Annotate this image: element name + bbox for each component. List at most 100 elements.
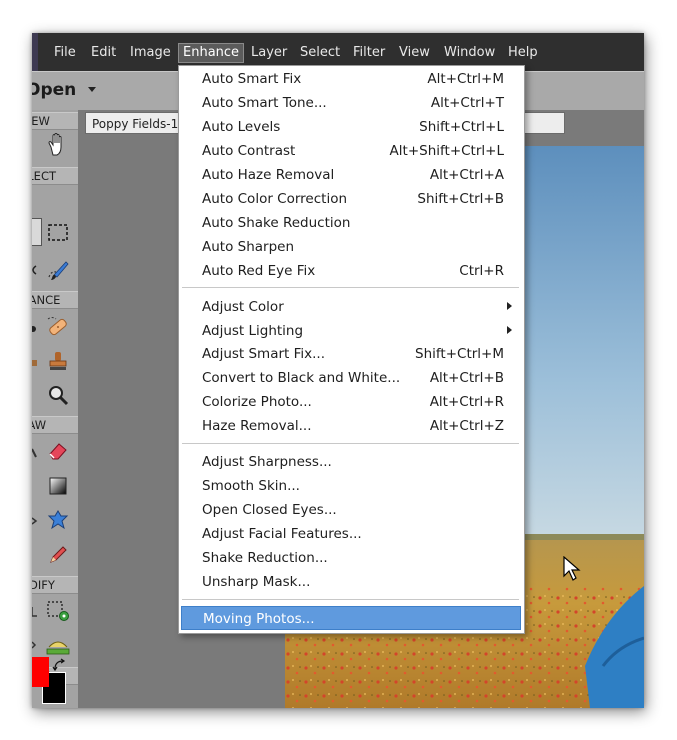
menu-item-label: Adjust Color bbox=[202, 299, 284, 315]
crop-tool-icon[interactable] bbox=[32, 599, 38, 625]
menu-item-label: Moving Photos... bbox=[203, 611, 315, 627]
menu-item-shortcut: Ctrl+R bbox=[459, 263, 504, 279]
submenu-arrow-icon bbox=[507, 326, 512, 334]
eraser-tool-icon[interactable] bbox=[45, 438, 71, 464]
menu-item-label: Auto Contrast bbox=[202, 143, 296, 159]
menu-item-label: Auto Levels bbox=[202, 119, 281, 135]
menu-item-colorize-photo[interactable]: Colorize Photo... Alt+Ctrl+R bbox=[180, 390, 521, 414]
menu-select[interactable]: Select bbox=[296, 44, 344, 62]
menu-item-auto-sharpen[interactable]: Auto Sharpen bbox=[180, 235, 521, 259]
menu-item-shortcut: Shift+Ctrl+M bbox=[415, 346, 504, 362]
menu-item-auto-contrast[interactable]: Auto Contrast Alt+Shift+Ctrl+L bbox=[180, 139, 521, 163]
open-dropdown-arrow-icon[interactable] bbox=[88, 87, 96, 92]
menu-item-shortcut: Shift+Ctrl+B bbox=[417, 191, 504, 207]
menu-item-auto-smart-fix[interactable]: Auto Smart Fix Alt+Ctrl+M bbox=[180, 67, 521, 91]
open-button[interactable]: Open bbox=[32, 80, 76, 100]
section-select-label: ELECT bbox=[32, 167, 78, 185]
menu-item-moving-photos[interactable]: Moving Photos... bbox=[181, 606, 521, 630]
menu-item-shortcut: Alt+Ctrl+Z bbox=[429, 418, 504, 434]
menu-item-open-closed-eyes[interactable]: Open Closed Eyes... bbox=[180, 498, 521, 522]
healing-brush-icon[interactable] bbox=[45, 314, 71, 340]
menu-item-label: Smooth Skin... bbox=[202, 478, 300, 494]
menu-item-label: Shake Reduction... bbox=[202, 550, 328, 566]
menu-item-adjust-color[interactable]: Adjust Color bbox=[180, 295, 521, 319]
menu-item-adjust-lighting[interactable]: Adjust Lighting bbox=[180, 319, 521, 343]
menu-item-adjust-facial-features[interactable]: Adjust Facial Features... bbox=[180, 522, 521, 546]
menu-item-auto-red-eye-fix[interactable]: Auto Red Eye Fix Ctrl+R bbox=[180, 259, 521, 283]
recompose-tool-icon[interactable] bbox=[45, 598, 71, 624]
straighten-tool-icon[interactable] bbox=[45, 632, 71, 658]
menu-item-shortcut: Alt+Ctrl+T bbox=[430, 95, 504, 111]
custom-shape-icon[interactable] bbox=[45, 507, 71, 533]
enhance-menu-dropdown: Auto Smart Fix Alt+Ctrl+M Auto Smart Ton… bbox=[178, 65, 525, 634]
section-view-label: VIEW bbox=[32, 112, 78, 130]
menu-item-shortcut: Alt+Ctrl+R bbox=[429, 394, 504, 410]
swap-colors-icon[interactable] bbox=[52, 658, 66, 672]
toolbox: VIEW ELECT HANCE RAW bbox=[32, 110, 79, 708]
menu-item-auto-levels[interactable]: Auto Levels Shift+Ctrl+L bbox=[180, 115, 521, 139]
menu-item-label: Auto Red Eye Fix bbox=[202, 263, 316, 279]
zoom-tool-icon[interactable] bbox=[45, 382, 71, 408]
section-modify-label: ODIFY bbox=[32, 576, 78, 594]
submenu-arrow-icon bbox=[507, 302, 512, 310]
foreground-color-swatch[interactable] bbox=[32, 657, 49, 687]
menu-item-shortcut: Alt+Shift+Ctrl+L bbox=[389, 143, 504, 159]
menu-layer[interactable]: Layer bbox=[247, 44, 291, 62]
clone-stamp-icon[interactable] bbox=[45, 348, 71, 374]
menu-item-label: Haze Removal... bbox=[202, 418, 312, 434]
menu-item-label: Auto Haze Removal bbox=[202, 167, 335, 183]
marquee-tool-icon[interactable] bbox=[45, 220, 71, 246]
menu-item-label: Adjust Facial Features... bbox=[202, 526, 362, 542]
menu-filter[interactable]: Filter bbox=[349, 44, 389, 62]
menu-item-smooth-skin[interactable]: Smooth Skin... bbox=[180, 474, 521, 498]
menu-item-label: Adjust Sharpness... bbox=[202, 454, 332, 470]
red-eye-tool-icon[interactable] bbox=[32, 316, 38, 342]
pencil-tool-icon[interactable] bbox=[45, 542, 71, 568]
menu-item-haze-removal[interactable]: Haze Removal... Alt+Ctrl+Z bbox=[180, 414, 521, 438]
move-tool-selected[interactable] bbox=[32, 218, 42, 246]
menu-item-adjust-sharpness[interactable]: Adjust Sharpness... bbox=[180, 450, 521, 474]
menu-item-label: Auto Shake Reduction bbox=[202, 215, 351, 231]
menu-item-shake-reduction[interactable]: Shake Reduction... bbox=[180, 546, 521, 570]
shape-tool-icon[interactable] bbox=[32, 508, 38, 534]
menu-item-shortcut: Alt+Ctrl+M bbox=[427, 71, 504, 87]
menu-separator bbox=[182, 599, 519, 600]
menu-item-auto-smart-tone[interactable]: Auto Smart Tone... Alt+Ctrl+T bbox=[180, 91, 521, 115]
sponge-tool-icon[interactable] bbox=[32, 349, 38, 375]
menu-item-unsharp-mask[interactable]: Unsharp Mask... bbox=[180, 570, 521, 594]
mouse-cursor-icon bbox=[563, 555, 581, 586]
menu-item-label: Colorize Photo... bbox=[202, 394, 312, 410]
menu-help[interactable]: Help bbox=[504, 44, 542, 62]
menu-item-auto-haze-removal[interactable]: Auto Haze Removal Alt+Ctrl+A bbox=[180, 163, 521, 187]
menu-item-label: Adjust Lighting bbox=[202, 323, 304, 339]
menu-file[interactable]: File bbox=[50, 44, 80, 62]
menu-item-label: Auto Smart Tone... bbox=[202, 95, 327, 111]
menu-item-shortcut: Alt+Ctrl+B bbox=[429, 370, 504, 386]
gradient-tool-icon[interactable] bbox=[45, 473, 71, 499]
content-move-tool-icon[interactable] bbox=[32, 633, 38, 659]
quick-selection-brush-icon[interactable] bbox=[45, 257, 71, 283]
menu-item-adjust-smart-fix[interactable]: Adjust Smart Fix... Shift+Ctrl+M bbox=[180, 342, 521, 366]
menu-view[interactable]: View bbox=[395, 44, 434, 62]
menu-item-label: Auto Color Correction bbox=[202, 191, 348, 207]
menu-item-auto-color-correction[interactable]: Auto Color Correction Shift+Ctrl+B bbox=[180, 187, 521, 211]
section-enhance-label: HANCE bbox=[32, 291, 78, 309]
menu-item-convert-black-white[interactable]: Convert to Black and White... Alt+Ctrl+B bbox=[180, 366, 521, 390]
menu-window[interactable]: Window bbox=[440, 44, 499, 62]
brush-tool-icon[interactable] bbox=[32, 440, 38, 466]
menu-item-label: Auto Sharpen bbox=[202, 239, 295, 255]
menu-item-auto-shake-reduction[interactable]: Auto Shake Reduction bbox=[180, 211, 521, 235]
lasso-tool-icon[interactable] bbox=[32, 257, 38, 283]
menu-item-label: Auto Smart Fix bbox=[202, 71, 302, 87]
menu-item-label: Unsharp Mask... bbox=[202, 574, 311, 590]
app-logo bbox=[32, 33, 38, 71]
menu-item-label: Adjust Smart Fix... bbox=[202, 346, 326, 362]
menu-item-shortcut: Shift+Ctrl+L bbox=[419, 119, 504, 135]
hand-tool-icon[interactable] bbox=[45, 132, 71, 158]
menu-separator bbox=[182, 443, 519, 444]
menu-enhance[interactable]: Enhance bbox=[178, 43, 245, 63]
menu-item-label: Open Closed Eyes... bbox=[202, 502, 337, 518]
menu-image[interactable]: Image bbox=[126, 44, 175, 62]
section-draw-label: RAW bbox=[32, 416, 78, 434]
menu-edit[interactable]: Edit bbox=[87, 44, 120, 62]
